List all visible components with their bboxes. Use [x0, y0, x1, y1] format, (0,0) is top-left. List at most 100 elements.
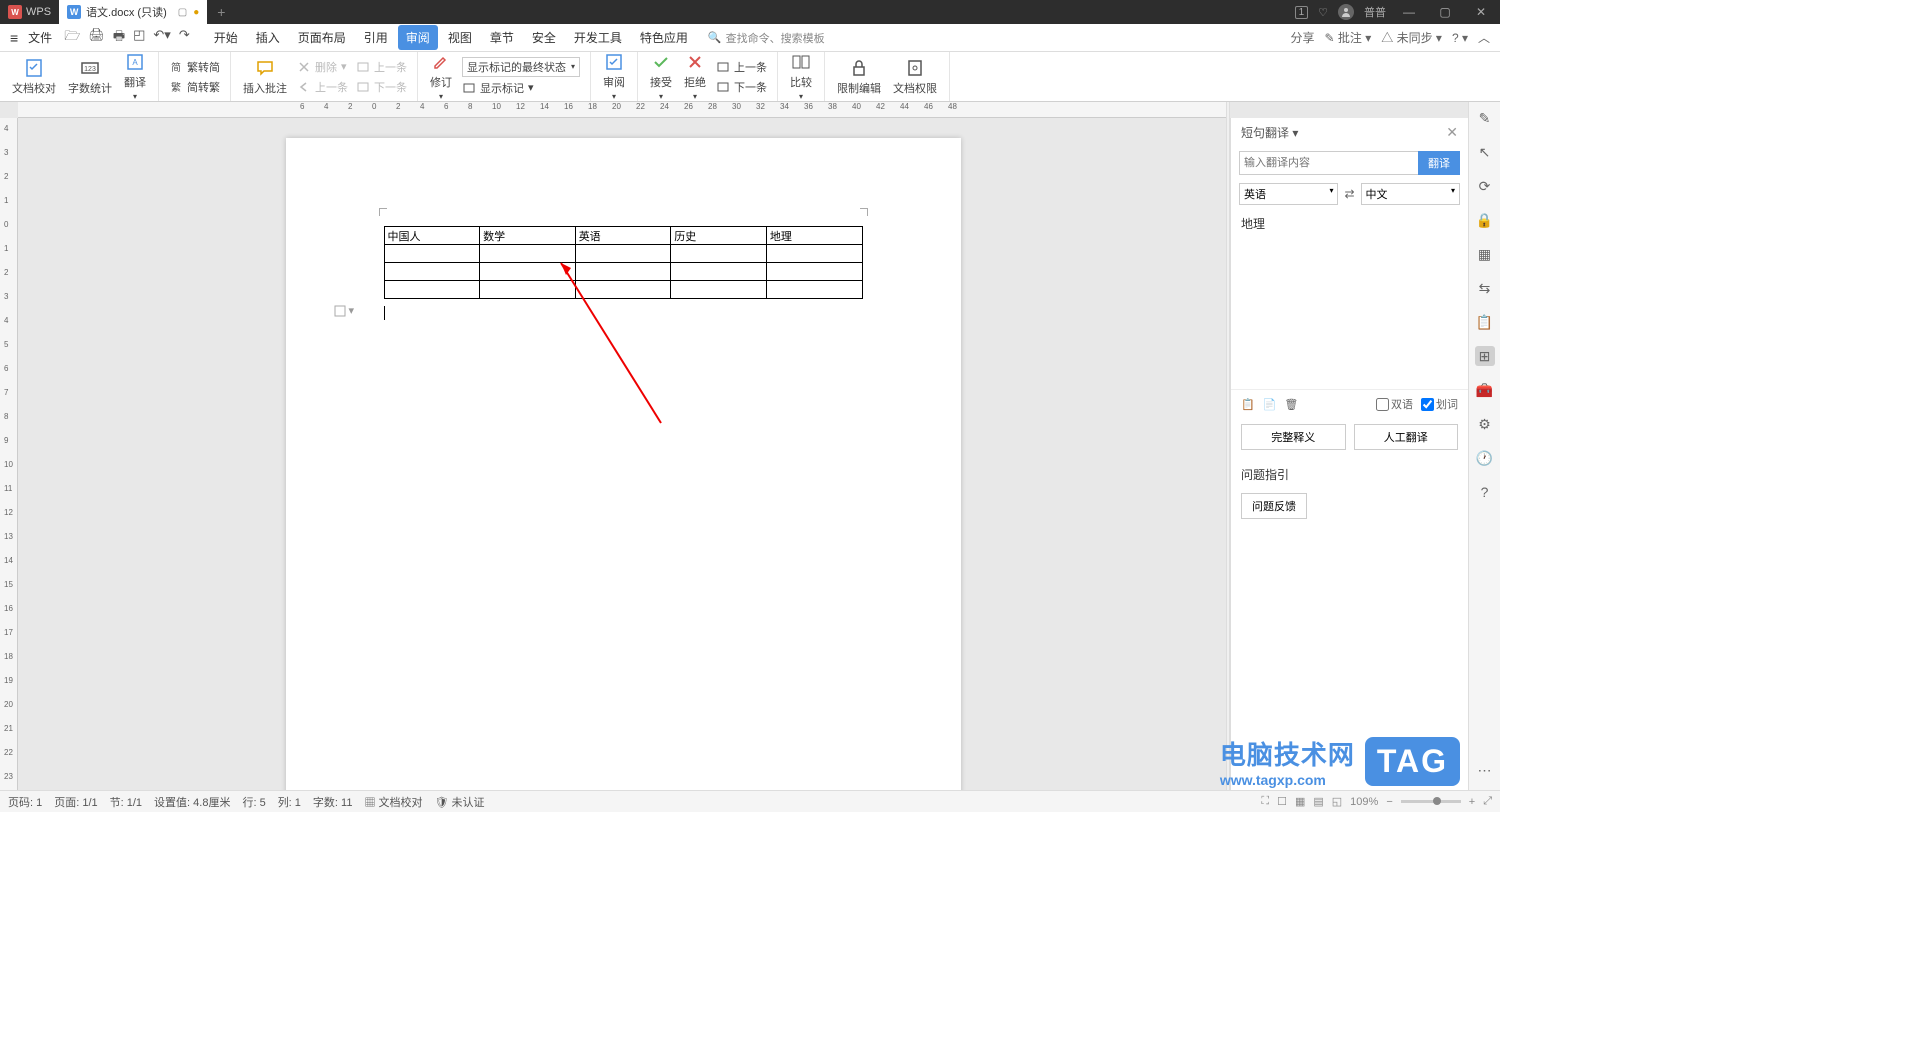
sync-button[interactable]: △ 未同步 ▾: [1381, 29, 1442, 46]
pencil-icon[interactable]: ✎: [1475, 108, 1495, 128]
document-area[interactable]: 中国人 数学 英语 历史 地理 ▾: [18, 118, 1228, 790]
clipboard-icon[interactable]: 📋: [1475, 312, 1495, 332]
print-icon[interactable]: 🖶: [113, 27, 125, 49]
transfer-icon[interactable]: ⇆: [1475, 278, 1495, 298]
paste-icon[interactable]: 📄: [1263, 398, 1277, 411]
accept-button[interactable]: 接受▾: [644, 50, 678, 103]
cert-status[interactable]: 🛡 未认证: [435, 794, 485, 810]
help-icon[interactable]: ? ▾: [1452, 31, 1468, 45]
file-menu[interactable]: 文件: [22, 29, 58, 46]
grid-icon[interactable]: ▦: [1475, 244, 1495, 264]
doc-check-button[interactable]: 文档校对: [6, 56, 62, 98]
translate-button[interactable]: 翻译: [1418, 151, 1460, 175]
save-icon[interactable]: 🖨: [88, 27, 105, 49]
next-change-button[interactable]: 下一条: [716, 78, 767, 96]
full-definition-button[interactable]: 完整释义: [1241, 424, 1346, 450]
comment-button[interactable]: ✎ 批注 ▾: [1324, 29, 1371, 46]
simp-to-trad-button[interactable]: 繁简转繁: [169, 78, 220, 96]
copy-icon[interactable]: 📋: [1241, 398, 1255, 411]
expand-icon[interactable]: ⤢: [1483, 795, 1492, 808]
page-status[interactable]: 页面: 1/1: [54, 794, 97, 810]
revise-button[interactable]: 修订▾: [424, 50, 458, 103]
badge-icon[interactable]: 1: [1295, 6, 1309, 19]
zoom-in-icon[interactable]: +: [1469, 796, 1475, 808]
user-avatar[interactable]: [1338, 4, 1354, 20]
delete-icon[interactable]: 🗑: [1284, 398, 1298, 411]
add-tab-button[interactable]: +: [207, 4, 235, 20]
page[interactable]: 中国人 数学 英语 历史 地理 ▾: [286, 138, 961, 790]
delete-comment-button[interactable]: 删除 ▾: [297, 58, 348, 76]
preview-icon[interactable]: ◰: [133, 27, 145, 49]
tab-references[interactable]: 引用: [356, 25, 396, 50]
select-icon[interactable]: ↖: [1475, 142, 1495, 162]
ribbon-next-button[interactable]: 下一条: [356, 78, 407, 96]
page-side-icon[interactable]: ▾: [334, 304, 355, 317]
settings-icon[interactable]: ⚙: [1475, 414, 1495, 434]
swap-lang-icon[interactable]: ⇄: [1344, 187, 1354, 201]
section-status[interactable]: 节: 1/1: [110, 794, 142, 810]
hamburger-icon[interactable]: ≡: [6, 30, 22, 46]
document-tab[interactable]: W 语文.docx (只读) ▢ ●: [59, 0, 207, 24]
trad-to-simp-button[interactable]: 简繁转简: [169, 58, 220, 76]
table-cell[interactable]: 地理: [766, 227, 862, 245]
human-translate-button[interactable]: 人工翻译: [1354, 424, 1459, 450]
vertical-ruler[interactable]: document.write(Array.from({length:36},(_…: [0, 118, 18, 790]
open-icon[interactable]: 🗁: [64, 27, 80, 49]
tab-review[interactable]: 审阅: [398, 25, 438, 50]
target-lang-select[interactable]: 中文 ▾: [1361, 183, 1460, 205]
doc-auth-button[interactable]: 文档权限: [887, 56, 943, 98]
zoom-slider[interactable]: [1401, 800, 1461, 803]
tab-layout[interactable]: 页面布局: [290, 25, 354, 50]
tab-restore-icon[interactable]: ▢: [178, 7, 187, 18]
ribbon-prev-button[interactable]: 上一条: [356, 58, 407, 76]
position-status[interactable]: 设置值: 4.8厘米: [154, 794, 230, 810]
translate-pane-icon[interactable]: ⊞: [1475, 346, 1495, 366]
view-mode-1-icon[interactable]: ☐: [1277, 795, 1287, 808]
close-pane-icon[interactable]: ✕: [1446, 124, 1458, 141]
lock-icon[interactable]: 🔒: [1475, 210, 1495, 230]
show-markup-button[interactable]: 显示标记 ▾: [462, 79, 580, 97]
view-mode-3-icon[interactable]: ▤: [1313, 795, 1323, 808]
source-lang-select[interactable]: 英语 ▾: [1239, 183, 1338, 205]
share-button[interactable]: 分享: [1290, 29, 1314, 46]
toolbox-icon[interactable]: 🧰: [1475, 380, 1495, 400]
document-table[interactable]: 中国人 数学 英语 历史 地理: [384, 226, 863, 299]
prev-change-button[interactable]: 上一条: [716, 58, 767, 76]
tab-apps[interactable]: 特色应用: [632, 25, 696, 50]
undo-icon[interactable]: ↶▾: [153, 27, 170, 49]
refresh-icon[interactable]: ⟳: [1475, 176, 1495, 196]
view-mode-4-icon[interactable]: ◱: [1332, 795, 1342, 808]
translate-button[interactable]: A翻译▾: [118, 50, 152, 103]
translation-input[interactable]: [1239, 151, 1418, 175]
fullscreen-icon[interactable]: ⛶: [1261, 795, 1269, 808]
redo-icon[interactable]: ↷: [179, 27, 190, 49]
more-icon[interactable]: ⋯: [1475, 760, 1495, 780]
time-icon[interactable]: 🕐: [1475, 448, 1495, 468]
maximize-button[interactable]: ▢: [1432, 5, 1458, 19]
table-cell[interactable]: 历史: [671, 227, 767, 245]
column-status[interactable]: 列: 1: [278, 794, 301, 810]
review-button[interactable]: 审阅▾: [597, 50, 631, 103]
horizontal-ruler[interactable]: document.write(Array.from({length:28},(_…: [18, 102, 1228, 118]
apparel-icon[interactable]: ♡: [1318, 6, 1328, 19]
tab-home[interactable]: 开始: [206, 25, 246, 50]
zoom-value[interactable]: 109%: [1350, 796, 1378, 808]
table-cell[interactable]: 数学: [480, 227, 576, 245]
zoom-out-icon[interactable]: −: [1386, 796, 1392, 808]
close-button[interactable]: ✕: [1468, 5, 1494, 19]
bilingual-checkbox[interactable]: 双语: [1376, 396, 1413, 412]
insert-comment-button[interactable]: 插入批注: [237, 56, 293, 98]
collapse-ribbon-icon[interactable]: ︿: [1478, 29, 1490, 46]
compare-button[interactable]: 比较▾: [784, 50, 818, 103]
segment-checkbox[interactable]: 划词: [1421, 396, 1458, 412]
line-status[interactable]: 行: 5: [242, 794, 265, 810]
tab-section[interactable]: 章节: [482, 25, 522, 50]
reject-button[interactable]: 拒绝▾: [678, 50, 712, 103]
table-cell[interactable]: 中国人: [384, 227, 480, 245]
markup-state-dropdown[interactable]: 显示标记的最终状态▾: [462, 57, 580, 77]
char-count-status[interactable]: 字数: 11: [313, 794, 353, 810]
page-number-status[interactable]: 页码: 1: [8, 794, 42, 810]
command-search[interactable]: 🔍 查找命令、搜索模板: [708, 30, 825, 46]
view-mode-2-icon[interactable]: ▦: [1295, 795, 1305, 808]
table-cell[interactable]: 英语: [575, 227, 671, 245]
